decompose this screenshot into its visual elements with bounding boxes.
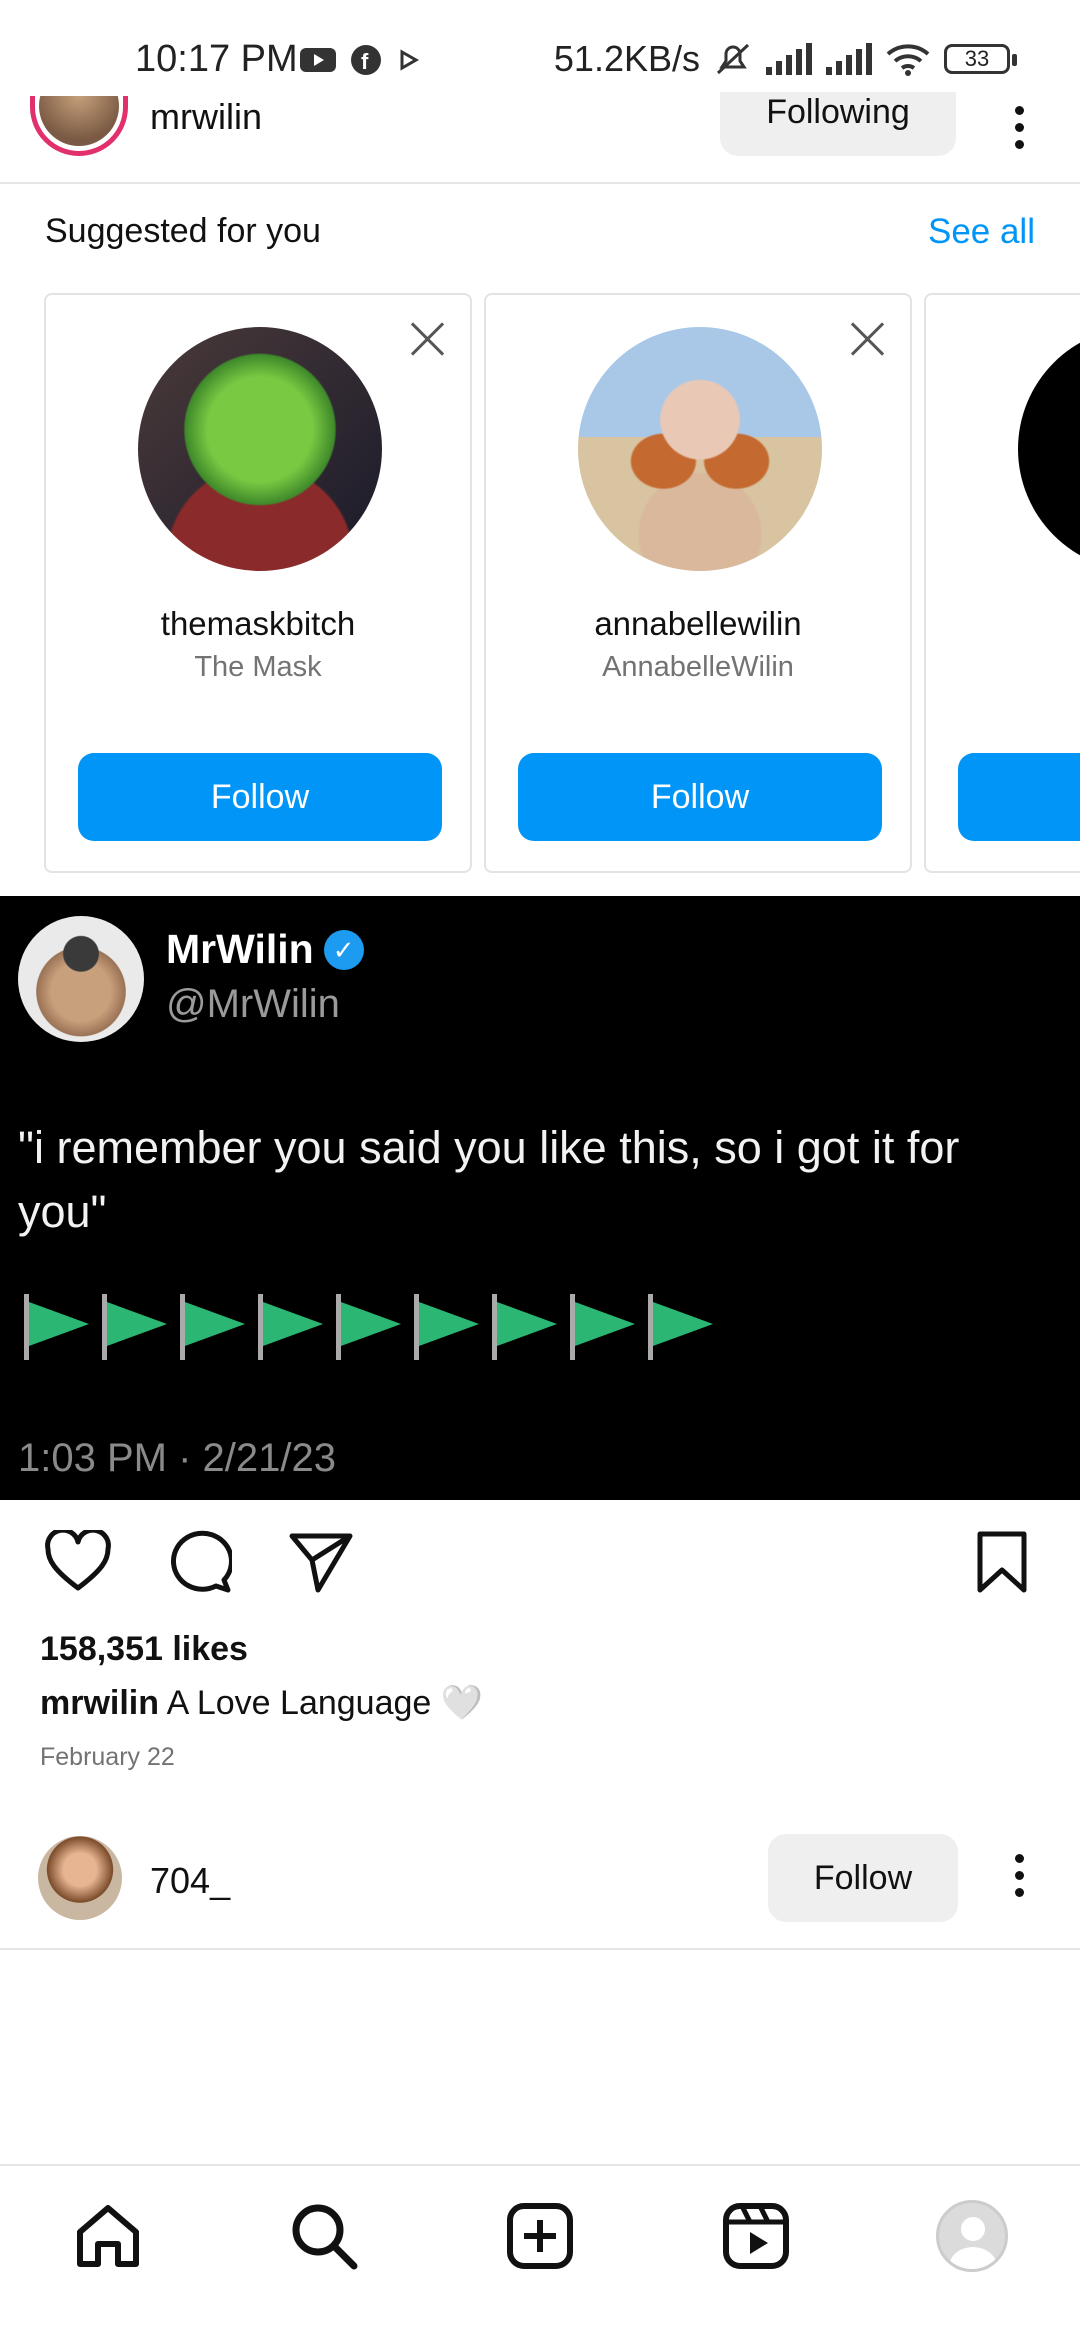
tweet-text: "i remember you said you like this, so i… <box>18 1122 960 1237</box>
tweet-avatar <box>18 916 144 1042</box>
facebook-icon: f <box>351 45 381 75</box>
youtube-icon <box>300 48 336 72</box>
network-speed: 51.2KB/s <box>553 38 700 79</box>
likes-count[interactable]: 158,351 likes <box>40 1630 248 1669</box>
suggestion-card[interactable]: themaskbitch The Mask Follow <box>44 293 472 873</box>
status-time: 10:17 PM <box>135 38 298 80</box>
like-heart-icon[interactable] <box>44 1530 112 1594</box>
suggestion-card[interactable]: annabellewilin AnnabelleWilin Follow <box>484 293 912 873</box>
battery-icon: 33 <box>944 44 1017 74</box>
follow-button[interactable]: Follow <box>768 1834 958 1922</box>
green-flag-icon <box>178 1294 246 1360</box>
status-notification-icons: f <box>300 44 420 76</box>
green-flag-icon <box>22 1294 90 1360</box>
reels-icon[interactable] <box>720 2200 792 2272</box>
avatar[interactable] <box>38 1836 122 1920</box>
mute-icon <box>716 43 750 75</box>
green-flag-icon <box>100 1294 168 1360</box>
tweet-display-name: MrWilin <box>166 926 314 972</box>
green-flag-icon <box>256 1294 324 1360</box>
post-caption: mrwilin A Love Language 🤍 <box>40 1683 483 1723</box>
home-icon[interactable] <box>72 2200 144 2272</box>
suggestion-username[interactable]: themaskbitch <box>46 605 470 643</box>
more-options-icon[interactable] <box>1014 1854 1024 1897</box>
status-bar: 10:17 PM f 51.2KB/s 33 <box>0 0 1080 92</box>
suggestion-username[interactable]: wi <box>926 605 1080 643</box>
tweet-timestamp: 1:03 PM · 2/21/23 <box>18 1436 336 1480</box>
post-image[interactable]: MrWilin ✓ @MrWilin "i remember you said … <box>0 896 1080 1500</box>
suggestion-full-name: The Mask <box>194 651 322 683</box>
suggested-title: Suggested for you <box>45 212 321 250</box>
caption-text: A Love Language 🤍 <box>166 1684 484 1722</box>
close-icon[interactable] <box>850 321 886 357</box>
suggestion-full-name: W <box>926 651 1080 684</box>
green-flags-row <box>22 1294 714 1360</box>
suggestions-carousel[interactable]: themaskbitch The Mask Follow annabellewi… <box>44 293 1080 875</box>
close-icon[interactable] <box>410 321 446 357</box>
create-icon[interactable] <box>504 2200 576 2272</box>
comment-icon[interactable] <box>166 1530 232 1594</box>
play-icon <box>400 49 420 71</box>
more-options-icon[interactable] <box>1014 106 1024 149</box>
share-send-icon[interactable] <box>288 1530 354 1594</box>
signal-icon <box>766 43 812 75</box>
green-flag-icon <box>568 1294 636 1360</box>
green-flag-icon <box>490 1294 558 1360</box>
follow-button[interactable]: Follow <box>518 753 882 841</box>
tweet-display-name-row: MrWilin ✓ <box>166 926 364 973</box>
next-post-username[interactable]: 704_ <box>150 1860 230 1902</box>
green-flag-icon <box>334 1294 402 1360</box>
profile-icon[interactable] <box>936 2200 1008 2272</box>
follow-button[interactable] <box>958 753 1080 841</box>
next-post-header: 704_ Follow <box>0 1830 1080 1950</box>
avatar[interactable] <box>138 327 382 571</box>
post-actions <box>0 1530 1080 1600</box>
green-flag-icon <box>412 1294 480 1360</box>
bottom-nav <box>0 2164 1080 2340</box>
avatar[interactable] <box>578 327 822 571</box>
suggestion-username[interactable]: annabellewilin <box>486 605 910 643</box>
wifi-icon <box>886 44 930 76</box>
status-right: 51.2KB/s 33 <box>553 38 1017 80</box>
profile-header-row: mrwilin Following <box>0 92 1080 184</box>
avatar[interactable] <box>1018 327 1080 571</box>
follow-button[interactable]: Follow <box>78 753 442 841</box>
avatar[interactable] <box>30 96 128 156</box>
see-all-link[interactable]: See all <box>928 212 1035 252</box>
svg-text:f: f <box>361 49 369 74</box>
signal-icon <box>826 43 872 75</box>
profile-username[interactable]: mrwilin <box>150 96 262 138</box>
post-date: February 22 <box>40 1743 175 1771</box>
save-bookmark-icon[interactable] <box>974 1530 1030 1594</box>
verified-badge-icon: ✓ <box>323 929 364 970</box>
tweet-handle: @MrWilin <box>166 982 340 1026</box>
suggestion-full-name: AnnabelleWilin <box>602 651 794 683</box>
search-icon[interactable] <box>288 2200 360 2272</box>
suggestion-card[interactable]: wi W <box>924 293 1080 873</box>
following-button[interactable]: Following <box>720 92 956 156</box>
caption-username[interactable]: mrwilin <box>40 1684 159 1722</box>
green-flag-icon <box>646 1294 714 1360</box>
